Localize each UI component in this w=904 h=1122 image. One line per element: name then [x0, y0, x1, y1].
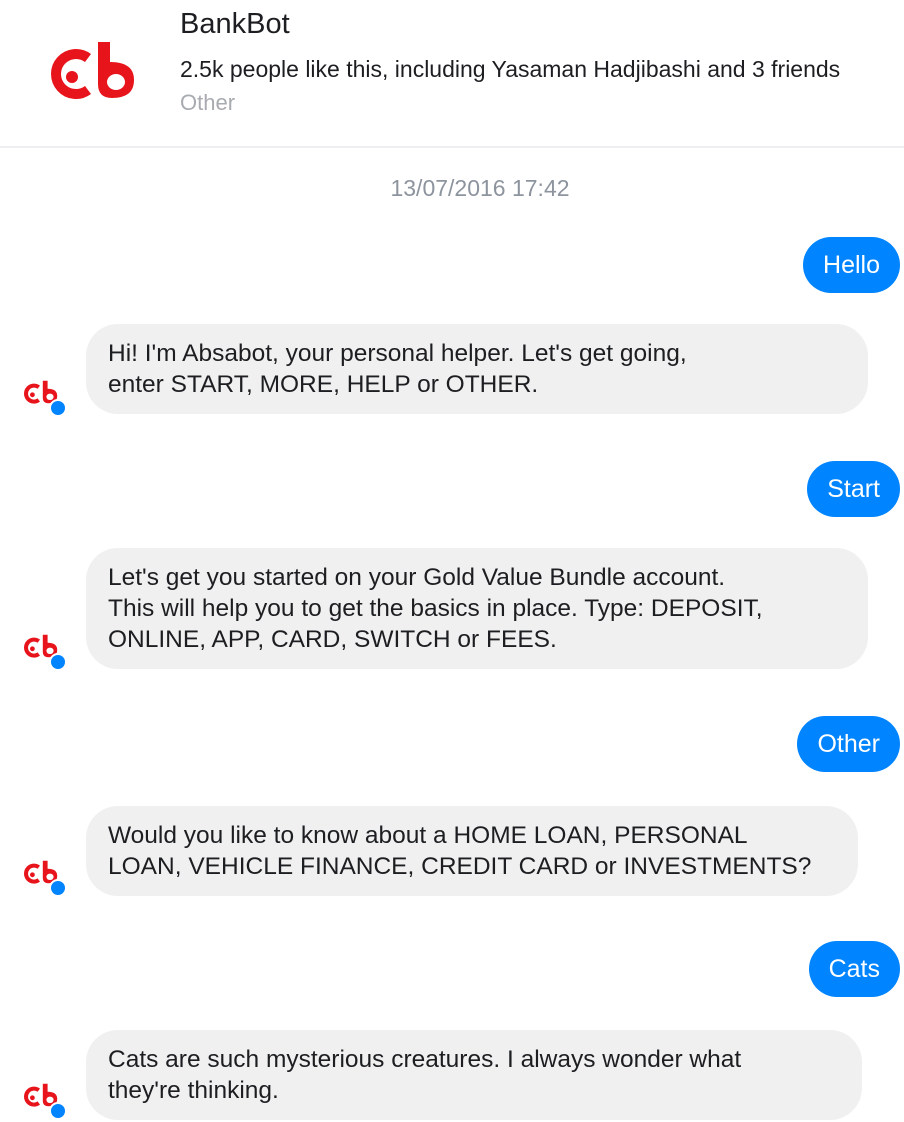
messenger-badge-icon — [49, 1102, 67, 1120]
bot-avatar[interactable] — [22, 377, 70, 419]
message-text: Cats — [828, 955, 880, 983]
messenger-badge-icon — [49, 399, 67, 417]
page-title[interactable]: BankBot — [180, 8, 290, 41]
incoming-message[interactable]: Hi! I'm Absabot, your personal helper. L… — [86, 324, 868, 414]
message-text: Cats are such mysterious creatures. I al… — [108, 1046, 742, 1073]
page-likes-text: 2.5k people like this, including Yasaman… — [180, 56, 841, 82]
messenger-badge-icon — [49, 879, 67, 897]
message-text: ONLINE, APP, CARD, SWITCH or FEES. — [108, 626, 557, 653]
conversation-timestamp: 13/07/2016 17:42 — [390, 175, 570, 201]
outgoing-message[interactable]: Start — [807, 461, 900, 517]
outgoing-message[interactable]: Cats — [808, 941, 900, 997]
bank-logo-icon[interactable] — [46, 40, 146, 100]
message-text: Other — [817, 730, 880, 758]
message-text: Hi! I'm Absabot, your personal helper. L… — [108, 340, 687, 367]
outgoing-message[interactable]: Hello — [803, 237, 900, 293]
message-text: Start — [827, 475, 880, 503]
conversation-header: BankBot 2.5k people like this, including… — [0, 0, 904, 148]
message-text: they're thinking. — [108, 1077, 279, 1104]
bot-avatar[interactable] — [22, 857, 70, 899]
incoming-message[interactable]: Let's get you started on your Gold Value… — [86, 548, 868, 669]
incoming-message[interactable]: Cats are such mysterious creatures. I al… — [86, 1030, 862, 1120]
outgoing-message[interactable]: Other — [797, 716, 900, 772]
page-category: Other — [180, 90, 236, 115]
message-text: Would you like to know about a HOME LOAN… — [108, 822, 748, 849]
message-text: LOAN, VEHICLE FINANCE, CREDIT CARD or IN… — [108, 853, 812, 880]
incoming-message[interactable]: Would you like to know about a HOME LOAN… — [86, 806, 858, 896]
message-text: enter START, MORE, HELP or OTHER. — [108, 371, 539, 398]
message-text: This will help you to get the basics in … — [108, 595, 763, 622]
bot-avatar[interactable] — [22, 631, 70, 673]
message-text: Hello — [823, 251, 880, 279]
message-text: Let's get you started on your Gold Value… — [108, 564, 726, 591]
messenger-badge-icon — [49, 653, 67, 671]
